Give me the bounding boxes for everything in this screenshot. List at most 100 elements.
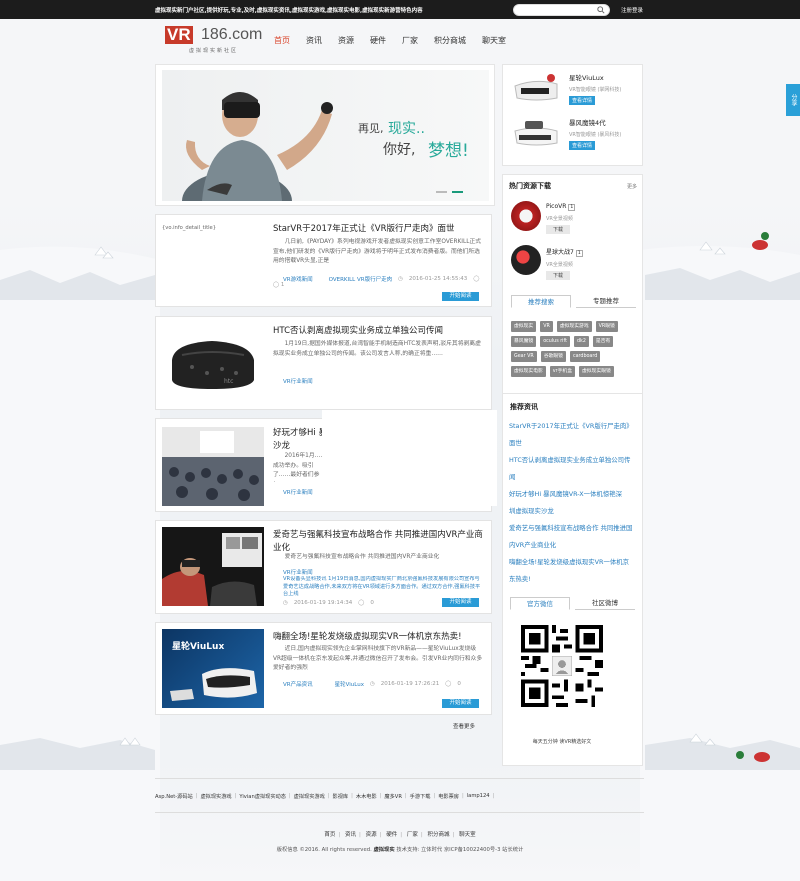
article-thumbnail[interactable] [162,527,264,606]
friend-link[interactable]: 手游下载 [410,793,431,800]
nav-news[interactable]: 资讯 [298,33,330,49]
recommend-item[interactable]: 好玩才够Hi 暴风魔镜VR-X一体机惊艳深 [509,486,643,503]
resource-item[interactable]: PicoVR 1 VR全景视频 下载 [511,201,576,234]
read-button[interactable]: 开始阅读 [442,699,479,708]
hardware-item[interactable]: 暴风魔镜4代 VR智能眼镜 (暴风科技) 查看详情 [511,115,621,150]
recommend-item[interactable]: 圳虚拟现实沙龙 [509,503,643,520]
article-thumbnail-broken[interactable]: {vo.info_detail_title} [162,223,264,237]
friend-link[interactable]: 木木电影 [356,793,377,800]
tab-community-weibo[interactable]: 社区微博 [575,597,635,610]
view-detail-button[interactable]: 查看详情 [569,96,596,105]
recommend-item[interactable]: 闻 [509,469,643,486]
keyword-tag[interactable]: VR眼镜 [595,321,618,332]
article-tag[interactable]: OVERKILL VR版行尸走肉 [329,275,392,283]
tab-official-wechat[interactable]: 官方微信 [510,597,570,610]
hardware-item[interactable]: 星轮ViuLux VR智能眼镜 (掌网科技) 查看详情 [511,70,621,105]
article-thumbnail[interactable]: htc [162,325,264,404]
resource-name[interactable]: PicoVR [546,203,566,210]
read-button[interactable]: 开始阅读 [442,598,479,607]
footer-nav-home[interactable]: 首页 [324,832,335,838]
keyword-tag[interactable]: dk2 [574,336,589,347]
keyword-tag[interactable]: oculus rift [540,336,571,347]
recommend-item[interactable]: 嗨翻全场!星轮发烧级虚拟现实VR一体机京 [509,554,643,571]
keyword-tag[interactable]: 谷歌眼镜 [540,351,566,362]
keyword-tag[interactable]: 是否有 [592,336,614,347]
friend-link[interactable]: 虚拟现实游戏 [294,793,325,800]
resource-name[interactable]: 星球大战7 [546,249,574,256]
keyword-tag[interactable]: vr手机盒 [549,366,575,377]
download-button[interactable]: 下载 [546,271,571,280]
article-tag[interactable]: VR行业新闻 [283,488,313,496]
keyword-tag[interactable]: 虚拟现实电影 [511,366,546,377]
search-icon[interactable] [597,6,605,14]
article-tag[interactable]: VR行业新闻 [283,568,313,576]
read-button[interactable]: 开始阅读 [442,292,479,301]
hardware-name[interactable]: 星轮ViuLux [569,72,621,82]
article-title[interactable]: 嗨翻全场!星轮发烧级虚拟现实VR一体机京东热卖! [273,631,483,644]
article-title[interactable]: 爱奇艺与强氟科技宣布战略合作 共同推进国内VR产业商业化 [273,529,483,555]
article-tag[interactable]: VR行业新闻 [283,377,313,385]
recommend-item[interactable]: HTC否认剥离虚拟现实业务成立单独公司传 [509,452,643,469]
article-tag[interactable]: VR游戏新闻 [283,275,313,283]
view-detail-button[interactable]: 查看详情 [569,141,596,150]
recommend-item[interactable]: StarVR于2017年正式让《VR版行尸走肉》 [509,418,643,435]
hardware-name[interactable]: 暴风魔镜4代 [569,117,621,127]
keyword-tag[interactable]: 暴风魔镜 [511,336,537,347]
friend-link[interactable]: 虚拟现实游戏 [200,793,231,800]
carousel-dot[interactable] [436,191,447,193]
keyword-tag[interactable]: cardboard [569,351,601,362]
share-tab[interactable]: 分享 [786,84,800,116]
keyword-tag[interactable]: VR [540,321,553,332]
nav-vendors[interactable]: 厂家 [394,33,426,49]
tab-recommended-search[interactable]: 推荐搜索 [511,295,571,308]
keyword-tag[interactable]: 虚拟现实游戏 [556,321,592,332]
friend-link[interactable]: lamp124 [467,793,490,800]
view-more-link[interactable]: 查看更多 [453,722,475,730]
keyword-tag[interactable]: 虚拟现实眼镜 [579,366,614,377]
article-thumbnail[interactable] [162,427,264,506]
carousel-dot-active[interactable] [452,191,463,193]
article-tag[interactable]: 星轮ViuLux [335,680,364,688]
friend-link[interactable]: 影视库 [333,793,349,800]
article-card[interactable]: 星轮ViuLux 嗨翻全场!星轮发烧级虚拟现实VR一体机京东热卖! 近日,国内虚… [155,622,492,715]
article-card[interactable]: 好玩才够Hi 暴沙龙 2016年1月……成功举办。吸引了……最好者们参与。 VR… [155,410,497,512]
nav-resources[interactable]: 资源 [330,33,362,49]
register-login-link[interactable]: 注册登录 [621,6,643,14]
copyright-brand[interactable]: 虚拟现实 [373,847,394,853]
keyword-tag[interactable]: Gear VR [511,351,537,362]
search-box[interactable] [513,4,610,16]
search-input[interactable] [520,5,600,15]
footer-nav-resources[interactable]: 资源 [366,832,377,838]
site-logo[interactable]: VR 186.com 虚拟现实新社区 [165,26,262,56]
nav-hardware[interactable]: 硬件 [362,33,394,49]
hero-banner[interactable]: 再见, 现实.. 你好, 梦想! [155,64,495,231]
article-tag[interactable]: VR产品资讯 [283,680,313,688]
friend-link[interactable]: Yivian虚拟现实动态 [239,793,286,800]
footer-nav-news[interactable]: 资讯 [345,832,356,838]
recommend-item[interactable]: 爱奇艺与强氟科技宣布战略合作 共同推进国 [509,520,643,537]
article-card[interactable]: htc HTC否认剥离虚拟现实业务成立单独公司传闻 1月19日,据国外媒体报道,… [155,316,492,410]
recommend-item[interactable]: 面世 [509,435,643,452]
footer-nav-hardware[interactable]: 硬件 [386,832,397,838]
resource-item[interactable]: 星球大战7 1 VR全景视频 下载 [511,245,583,280]
friend-link[interactable]: 电影票房 [438,793,459,800]
footer-nav-vendors[interactable]: 厂家 [407,832,418,838]
article-thumbnail[interactable]: 星轮ViuLux [162,629,264,708]
article-card[interactable]: {vo.info_detail_title} StarVR于2017年正式让《V… [155,214,492,307]
keyword-tag[interactable]: 虚拟现实 [511,321,537,332]
article-card[interactable]: 爱奇艺与强氟科技宣布战略合作 共同推进国内VR产业商业化 爱奇艺与强氟科技宣布战… [155,520,492,614]
footer-nav-chatroom[interactable]: 聊天室 [459,832,476,838]
footer-nav-points-mall[interactable]: 积分商城 [427,832,449,838]
friend-link[interactable]: 魔多VR [384,793,402,800]
download-button[interactable]: 下载 [546,225,571,234]
nav-chatroom[interactable]: 聊天室 [474,33,514,49]
recommend-item[interactable]: 东热卖! [509,571,643,588]
nav-home[interactable]: 首页 [266,33,298,49]
nav-points-mall[interactable]: 积分商城 [426,33,474,49]
more-link[interactable]: 更多 [627,183,637,190]
tab-topic-recommend[interactable]: 专题推荐 [576,295,636,308]
article-title[interactable]: StarVR于2017年正式让《VR版行尸走肉》面世 [273,223,483,236]
friend-link[interactable]: Asp.Net-源码站 [155,793,193,800]
recommend-item[interactable]: 内VR产业商业化 [509,537,643,554]
article-title[interactable]: HTC否认剥离虚拟现实业务成立单独公司传闻 [273,325,483,338]
